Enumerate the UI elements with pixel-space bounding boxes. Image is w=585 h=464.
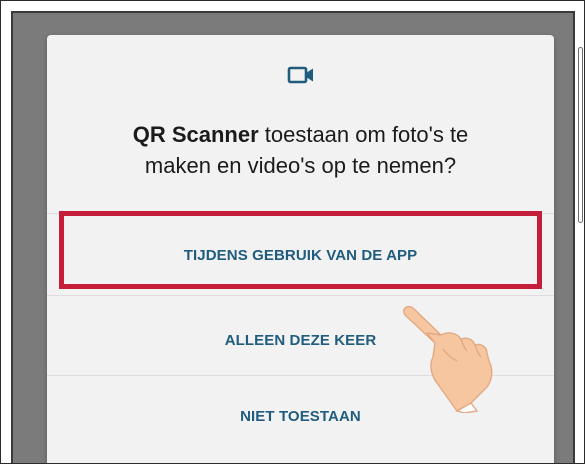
- title-text-line2: maken en video's op te nemen?: [144, 153, 457, 178]
- phone-screen: QR Scanner toestaan om foto's te maken e…: [0, 0, 585, 464]
- divider: [47, 213, 554, 214]
- video-camera-icon: [287, 66, 313, 84]
- divider: [47, 295, 554, 296]
- pointing-hand-icon: [403, 305, 493, 413]
- app-name: QR Scanner: [132, 122, 259, 147]
- permission-dialog: QR Scanner toestaan om foto's te maken e…: [47, 35, 554, 463]
- scrollbar[interactable]: [575, 11, 584, 463]
- title-text-line1: toestaan om foto's te: [258, 122, 469, 147]
- scroll-thumb[interactable]: [578, 47, 583, 223]
- dialog-title: QR Scanner toestaan om foto's te maken e…: [67, 119, 534, 181]
- allow-while-using-button[interactable]: TIJDENS GEBRUIK VAN DE APP: [47, 247, 554, 264]
